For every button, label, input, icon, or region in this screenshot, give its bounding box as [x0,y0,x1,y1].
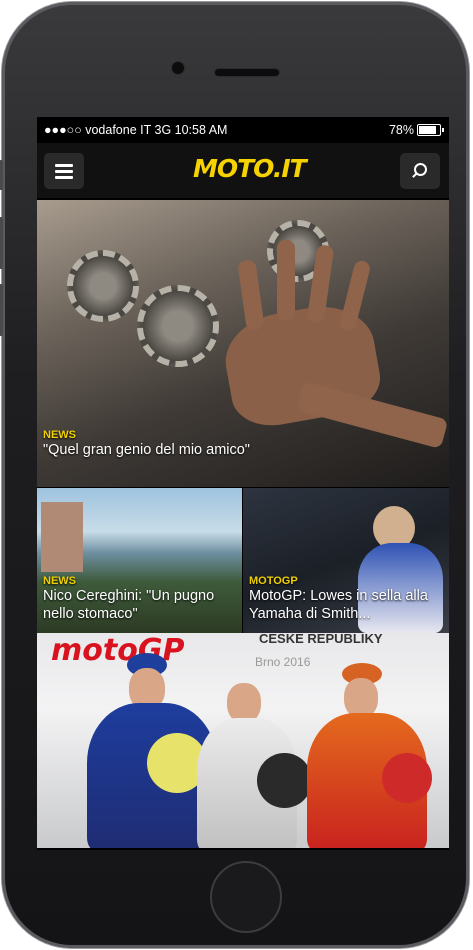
hero-article-card[interactable]: NEWS "Quel gran genio del mio amico" [37,200,449,487]
article-card[interactable]: MOTOGP MotoGP: Lowes in sella alla Yamah… [243,488,449,633]
mute-switch [0,160,3,190]
status-bar: ●●●○○ vodafone IT 3G 10:58 AM 78% [37,117,449,143]
battery-area: 78% [388,117,444,143]
engine-gear-image [137,285,219,367]
time-text: 10:58 AM [174,123,228,137]
article-title: MotoGP: Lowes in sella alla Yamaha di Sm… [249,588,428,622]
menu-bar-1 [55,164,73,167]
battery-fill [419,126,437,134]
person-photo-inset [41,502,83,572]
hamburger-menu-icon[interactable] [44,153,84,189]
site-logo[interactable]: MOTO.IT [193,154,307,183]
engine-gear-image [67,250,139,322]
earpiece-speaker [215,69,279,76]
event-text: Brno 2016 [255,655,311,669]
front-camera [172,62,184,74]
finger-image [277,240,295,320]
article-title: "Quel gran genio del mio amico" [43,442,250,458]
subbanner-text: CESKE REPUBLIKY [259,633,383,646]
article-category: NEWS [43,575,76,587]
article-caption: NEWS Nico Cereghini: "Un pugno nello sto… [43,575,236,623]
podium-article-card[interactable]: motoGP CESKE REPUBLIKY Brno 2016 [37,633,449,848]
finger-image [338,259,372,333]
volume-down-button [0,284,3,336]
battery-percent: 78% [388,123,414,137]
app-navbar: MOTO.IT [37,143,449,198]
battery-icon [417,124,444,136]
rider-face-image [227,683,261,723]
rider-face-image [344,678,378,718]
volume-up-button [0,217,3,269]
article-category: MOTOGP [249,575,298,587]
helmet-image [257,753,312,808]
menu-bar-2 [55,170,73,173]
article-caption: MOTOGP MotoGP: Lowes in sella alla Yamah… [249,575,443,623]
hero-caption: NEWS "Quel gran genio del mio amico" [43,429,443,459]
article-title: Nico Cereghini: "Un pugno nello stomaco" [43,588,215,622]
phone-screen: ●●●○○ vodafone IT 3G 10:58 AM 78% MOTO.I… [37,117,449,850]
finger-image [237,259,265,331]
home-button[interactable] [210,861,282,933]
menu-bar-3 [55,176,73,179]
carrier-label: ●●●○○ vodafone IT 3G 10:58 AM [44,117,227,143]
article-card[interactable]: NEWS Nico Cereghini: "Un pugno nello sto… [37,488,242,633]
carrier-text: ●●●○○ vodafone IT 3G [44,123,172,137]
article-category: NEWS [43,429,76,441]
helmet-image [382,753,432,803]
search-icon[interactable] [400,153,440,189]
